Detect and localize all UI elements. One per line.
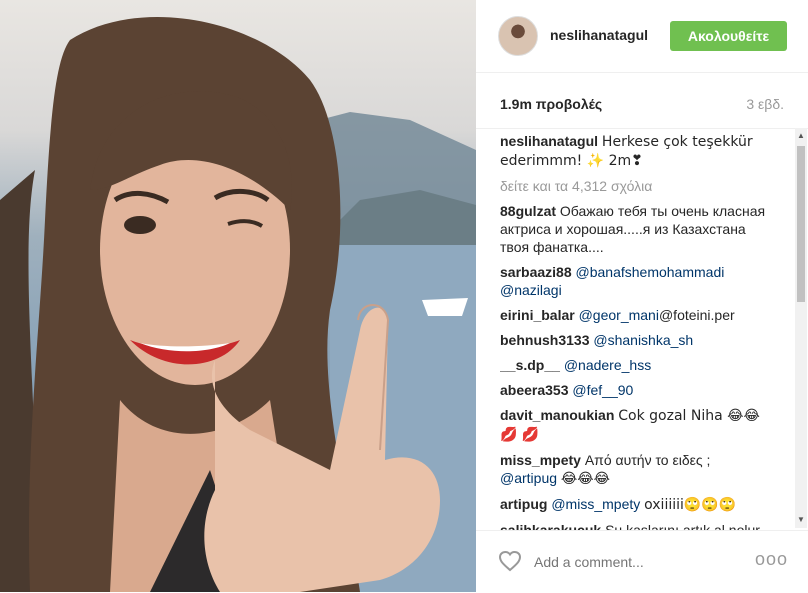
post-stats: 1.9m προβολές 3 εβδ.: [476, 72, 808, 129]
comment-text: Su kaşlarını artık al nolur: [605, 522, 760, 530]
scroll-up-icon[interactable]: ▲: [795, 130, 807, 142]
comment-username[interactable]: 88gulzat: [500, 203, 556, 219]
comment-username[interactable]: eirini_balar: [500, 307, 575, 323]
scroll-down-icon[interactable]: ▼: [795, 514, 807, 526]
add-comment-bar: ooo: [476, 530, 808, 593]
post-header: neslihanatagul Ακολουθείτε: [476, 0, 808, 73]
comment-item: behnush3133 @shanishka_sh: [500, 331, 768, 349]
comments-list: neslihanatagul Herkese çok teşekkür eder…: [500, 132, 768, 530]
view-all-comments-link[interactable]: δείτε και τα 4,312 σχόλια: [500, 177, 768, 195]
post-sidebar: neslihanatagul Ακολουθείτε 1.9m προβολές…: [476, 0, 808, 592]
caption: neslihanatagul Herkese çok teşekkür eder…: [500, 132, 768, 170]
comment-text: @foteini.per: [658, 307, 735, 323]
comment-mention[interactable]: @shanishka_sh: [593, 332, 693, 348]
scrollbar-thumb[interactable]: [797, 146, 805, 302]
comment-username[interactable]: davit_manoukian: [500, 407, 614, 423]
comment-username[interactable]: behnush3133: [500, 332, 589, 348]
comment-item: 88gulzat Обажаю тебя ты очень класная ак…: [500, 202, 768, 256]
more-options-icon[interactable]: ooo: [755, 549, 788, 570]
post-age[interactable]: 3 εβδ.: [746, 96, 784, 112]
post-username[interactable]: neslihanatagul: [550, 27, 648, 43]
comment-mention[interactable]: @artipug: [500, 470, 557, 486]
comment-mention[interactable]: @fef__90: [572, 382, 633, 398]
comment-text: oxiiiiii🙄🙄🙄: [644, 497, 737, 513]
comment-item: artipug @miss_mpety oxiiiiii🙄🙄🙄: [500, 495, 768, 514]
comment-username[interactable]: __s.dp__: [500, 357, 560, 373]
follow-button[interactable]: Ακολουθείτε: [670, 21, 787, 51]
views-count: 1.9m προβολές: [500, 96, 603, 112]
comments-scrollbar[interactable]: ▲ ▼: [795, 128, 807, 528]
comment-username[interactable]: abeera353: [500, 382, 569, 398]
comment-item: salihkarakucuk Su kaşlarını artık al nol…: [500, 521, 768, 530]
comment-emoji: 😂😂😂: [560, 471, 610, 487]
avatar[interactable]: [498, 16, 538, 56]
comment-item: __s.dp__ @nadere_hss: [500, 356, 768, 374]
comment-item: sarbaazi88 @banafshemohammadi @nazilagi: [500, 263, 768, 299]
comment-mention[interactable]: @geor_mani: [579, 307, 659, 323]
post-video[interactable]: [0, 0, 476, 592]
comment-item: davit_manoukian Cok gozal Niha 😂😂💋 💋: [500, 406, 768, 444]
caption-username[interactable]: neslihanatagul: [500, 133, 598, 149]
comment-text: Από αυτήν το ειδες ;: [584, 452, 711, 468]
heart-icon[interactable]: [498, 549, 522, 573]
comment-mention[interactable]: @nadere_hss: [564, 357, 651, 373]
comment-item: abeera353 @fef__90: [500, 381, 768, 399]
comment-username[interactable]: sarbaazi88: [500, 264, 572, 280]
comment-mention[interactable]: @miss_mpety: [551, 496, 640, 512]
comment-item: miss_mpety Από αυτήν το ειδες ; @artipug…: [500, 451, 768, 488]
comment-input[interactable]: [532, 547, 746, 577]
comment-username[interactable]: artipug: [500, 496, 547, 512]
comment-username[interactable]: salihkarakucuk: [500, 522, 601, 530]
comment-username[interactable]: miss_mpety: [500, 452, 581, 468]
video-frame: [0, 0, 476, 592]
comment-item: eirini_balar @geor_mani@foteini.per: [500, 306, 768, 324]
